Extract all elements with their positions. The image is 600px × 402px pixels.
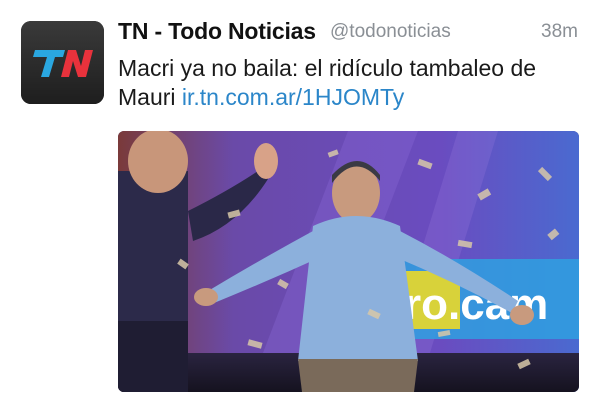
display-name[interactable]: TN - Todo Noticias — [118, 18, 316, 45]
tweet-link[interactable]: ir.tn.com.ar/1HJOMTy — [182, 84, 404, 110]
media-photo[interactable]: ro.cam — [118, 131, 579, 392]
avatar[interactable] — [21, 21, 104, 104]
tweet-header: TN - Todo Noticias @todonoticias 38m — [118, 18, 578, 50]
photo-media: ro.cam — [118, 131, 579, 392]
tn-logo-icon — [21, 21, 104, 104]
tweet-text: Macri ya no baila: el ridículo tambaleo … — [118, 54, 578, 112]
tweet-card[interactable]: TN - Todo Noticias @todonoticias 38m Mac… — [0, 0, 600, 402]
user-handle[interactable]: @todonoticias — [330, 21, 451, 43]
timestamp[interactable]: 38m — [541, 21, 578, 43]
